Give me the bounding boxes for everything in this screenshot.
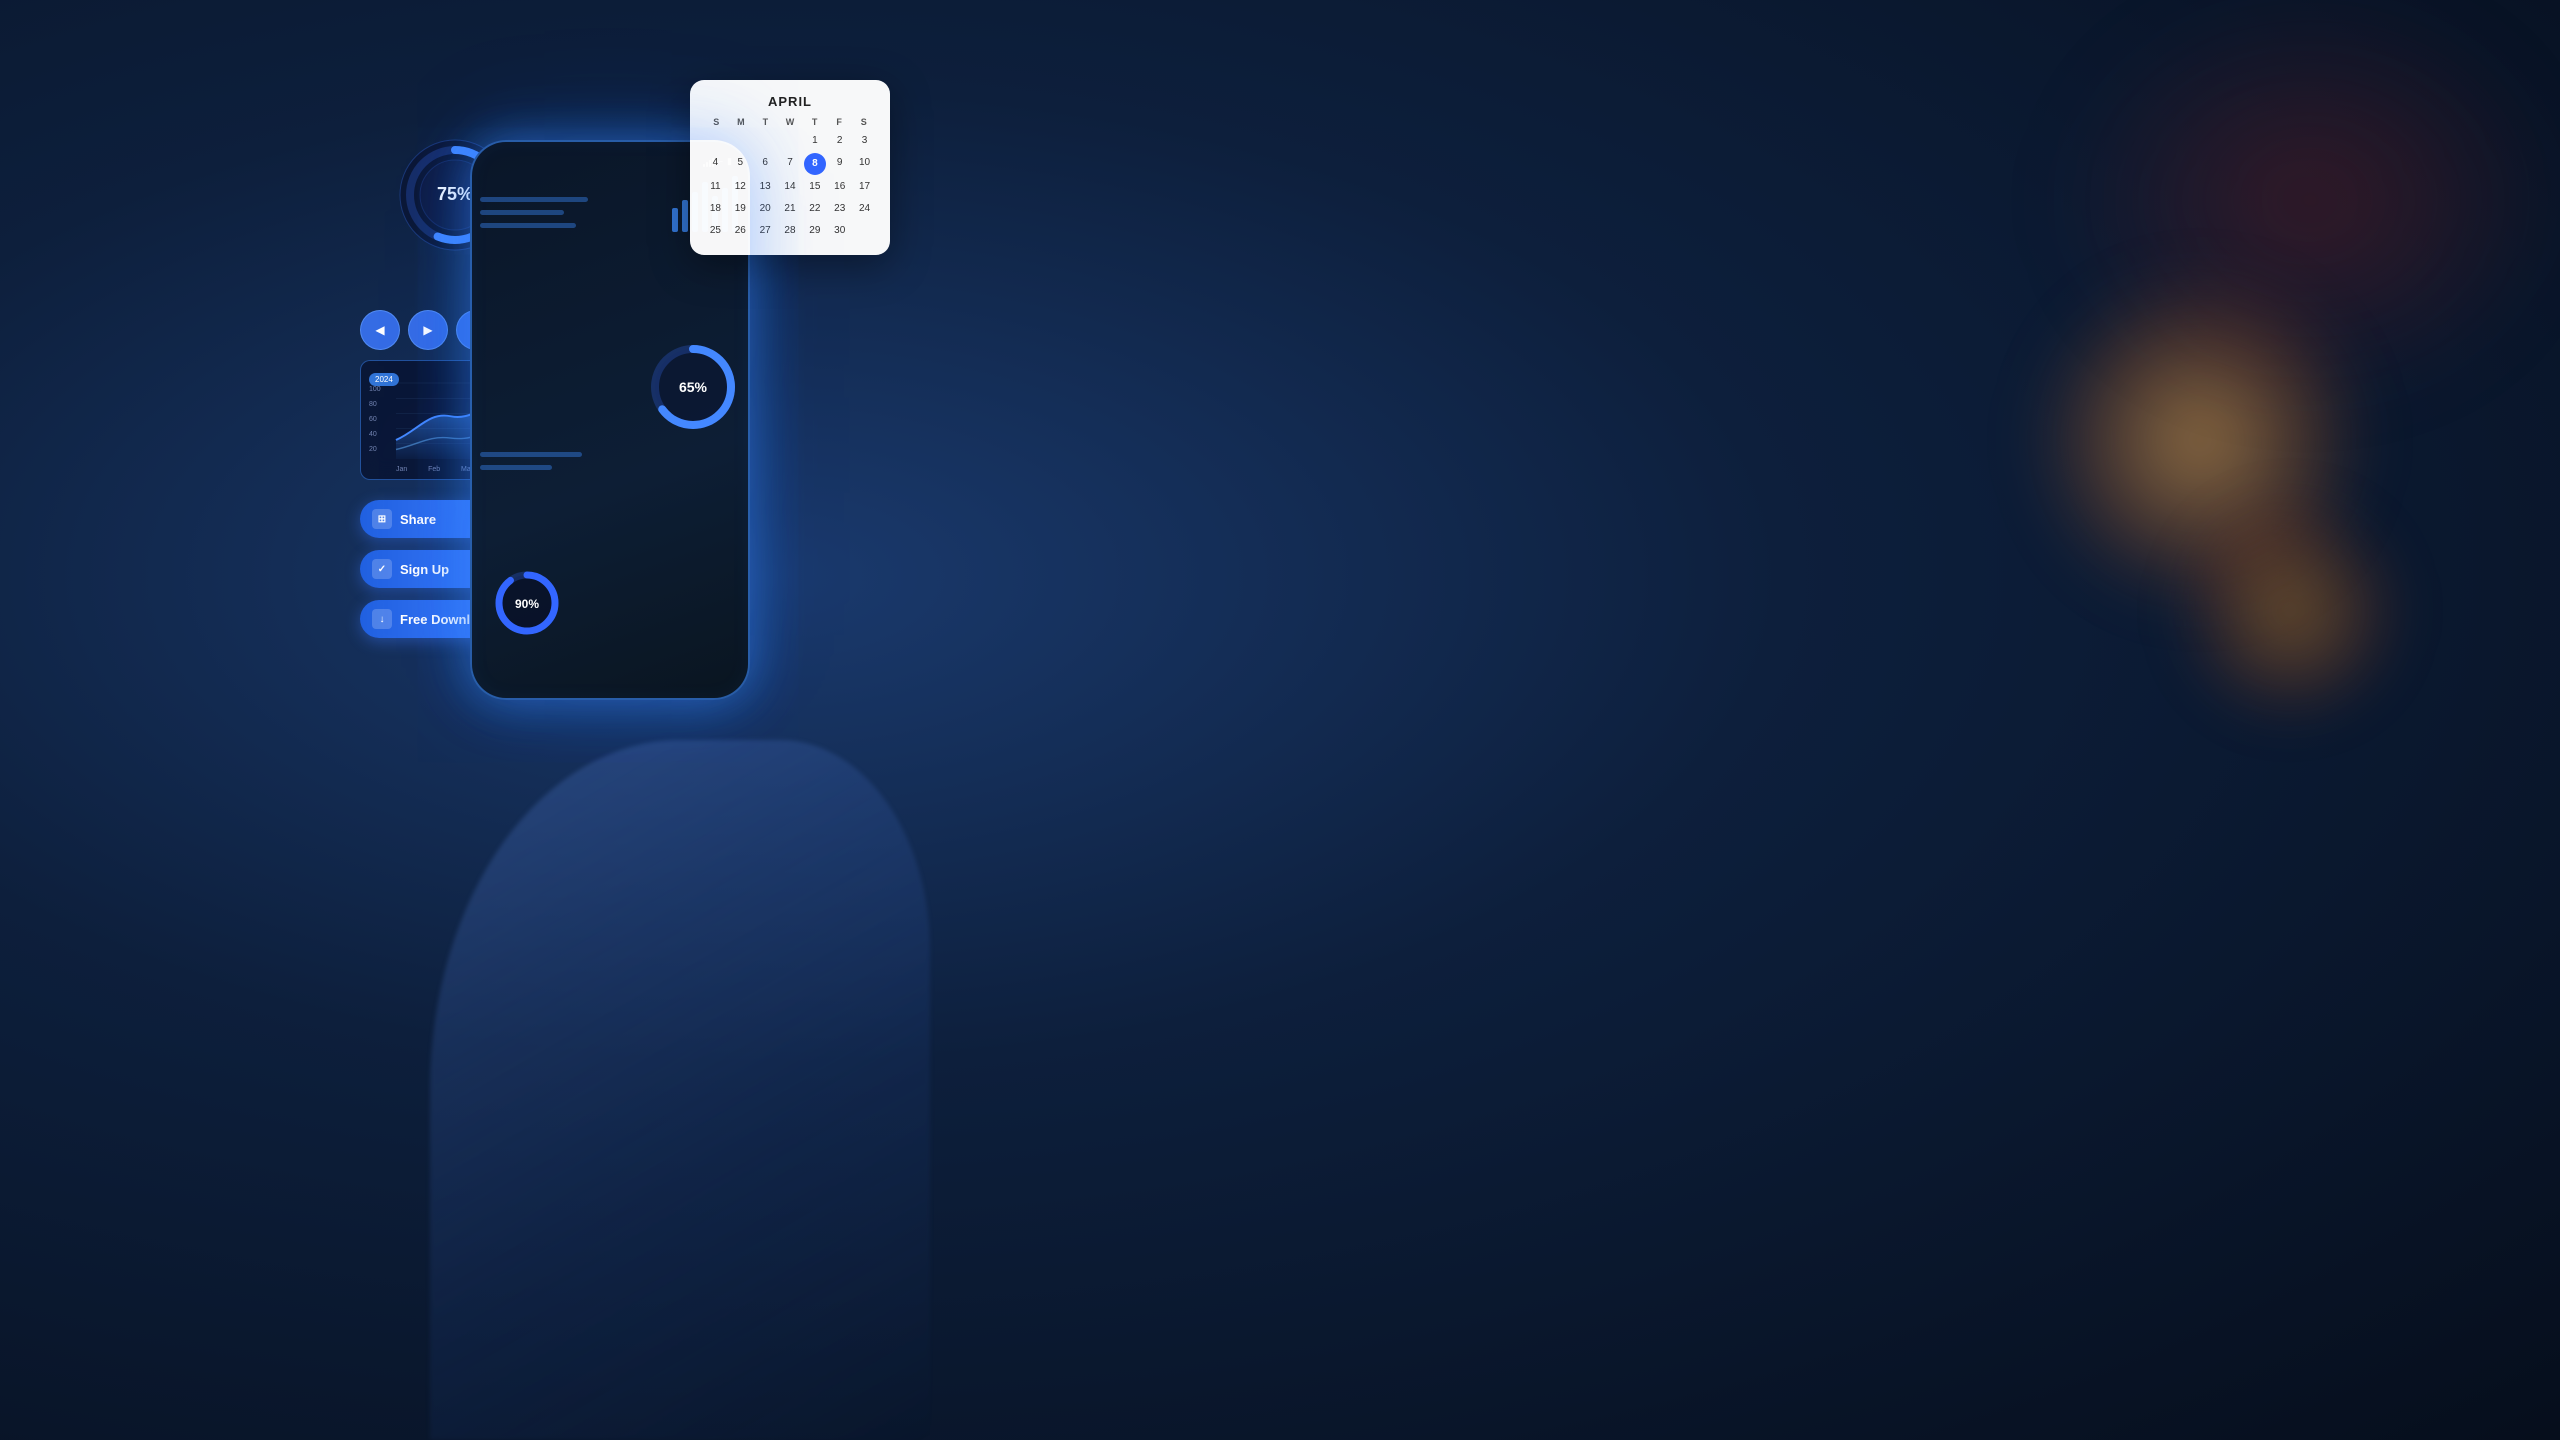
phone-bar-2 <box>682 200 688 232</box>
y-label-60: 60 <box>369 416 381 423</box>
phone-line-3 <box>480 223 576 228</box>
cal-day-empty-4 <box>779 131 802 151</box>
cal-day-empty-2 <box>729 131 752 151</box>
cal-header-t2: T <box>802 117 827 127</box>
chart-y-axis: 100 80 60 40 20 <box>369 386 381 453</box>
phone-line-2 <box>480 210 564 215</box>
cal-day-19[interactable]: 19 <box>729 199 752 219</box>
svg-text:90%: 90% <box>515 597 539 611</box>
signup-label: Sign Up <box>400 562 449 577</box>
calendar-card: APRIL S M T W T F S 1 2 3 4 <box>690 80 890 255</box>
cal-day-25[interactable]: 25 <box>704 221 727 241</box>
y-label-100: 100 <box>369 386 381 393</box>
signup-icon: ✓ <box>372 559 392 579</box>
calendar-month: APRIL <box>704 94 876 109</box>
calendar-days: 1 2 3 4 5 6 7 8 9 10 11 12 13 14 15 16 1… <box>704 131 876 241</box>
share-label: Share <box>400 512 436 527</box>
y-label-80: 80 <box>369 401 381 408</box>
cal-day-8-today[interactable]: 8 <box>804 153 826 175</box>
cal-day-22[interactable]: 22 <box>803 199 826 219</box>
cal-day-2[interactable]: 2 <box>828 131 851 151</box>
chart-year-label: 2024 <box>369 373 399 386</box>
cal-day-23[interactable]: 23 <box>828 199 851 219</box>
phone-bar-1 <box>672 208 678 232</box>
cal-header-f: F <box>827 117 852 127</box>
cal-header-w: W <box>778 117 803 127</box>
download-icon: ↓ <box>372 609 392 629</box>
cal-day-20[interactable]: 20 <box>754 199 777 219</box>
phone-donut-65: 65% <box>648 342 738 432</box>
cal-day-15[interactable]: 15 <box>803 177 826 197</box>
cal-day-28[interactable]: 28 <box>779 221 802 241</box>
calendar-grid: S M T W T F S 1 2 3 4 5 6 7 <box>704 117 876 241</box>
cal-day-11[interactable]: 11 <box>704 177 727 197</box>
cal-day-12[interactable]: 12 <box>729 177 752 197</box>
prev-button[interactable]: ◀ <box>360 310 400 350</box>
cal-header-t1: T <box>753 117 778 127</box>
phone-wrapper: 75% ◀ ▶ ⏸ 2024 100 80 60 40 20 <box>390 100 810 920</box>
cal-day-17[interactable]: 17 <box>853 177 876 197</box>
svg-text:75%: 75% <box>437 184 473 204</box>
calendar-header: S M T W T F S <box>704 117 876 127</box>
cal-day-4[interactable]: 4 <box>704 153 727 175</box>
phone-line-5 <box>480 465 552 470</box>
y-label-20: 20 <box>369 446 381 453</box>
cal-header-s1: S <box>704 117 729 127</box>
cal-day-6[interactable]: 6 <box>754 153 777 175</box>
cal-day-empty-3 <box>754 131 777 151</box>
cal-header-m: M <box>729 117 754 127</box>
phone-line-1 <box>480 197 588 202</box>
cal-day-10[interactable]: 10 <box>853 153 876 175</box>
cal-day-14[interactable]: 14 <box>779 177 802 197</box>
phone-progress-lines-top <box>480 197 600 228</box>
play-button[interactable]: ▶ <box>408 310 448 350</box>
cal-day-27[interactable]: 27 <box>754 221 777 241</box>
svg-text:65%: 65% <box>679 379 708 395</box>
bokeh-light-2 <box>2180 500 2400 720</box>
cal-day-1[interactable]: 1 <box>803 131 826 151</box>
cal-day-26[interactable]: 26 <box>729 221 752 241</box>
cal-day-29[interactable]: 29 <box>803 221 826 241</box>
x-label-jan: Jan <box>396 466 407 473</box>
bokeh-light-3 <box>2060 0 2560 400</box>
cal-day-3[interactable]: 3 <box>853 131 876 151</box>
cal-day-24[interactable]: 24 <box>853 199 876 219</box>
cal-day-30[interactable]: 30 <box>828 221 851 241</box>
cal-day-18[interactable]: 18 <box>704 199 727 219</box>
cal-header-s2: S <box>851 117 876 127</box>
cal-day-9[interactable]: 9 <box>828 153 851 175</box>
phone-donut-90: 90% <box>492 568 562 638</box>
cal-day-empty-1 <box>704 131 727 151</box>
cal-day-5[interactable]: 5 <box>729 153 752 175</box>
cal-day-21[interactable]: 21 <box>779 199 802 219</box>
x-label-feb: Feb <box>428 466 440 473</box>
phone-line-4 <box>480 452 582 457</box>
phone-progress-lines-bottom <box>480 452 600 470</box>
cal-day-7[interactable]: 7 <box>779 153 802 175</box>
y-label-40: 40 <box>369 431 381 438</box>
cal-day-16[interactable]: 16 <box>828 177 851 197</box>
cal-day-13[interactable]: 13 <box>754 177 777 197</box>
share-icon: ⊞ <box>372 509 392 529</box>
